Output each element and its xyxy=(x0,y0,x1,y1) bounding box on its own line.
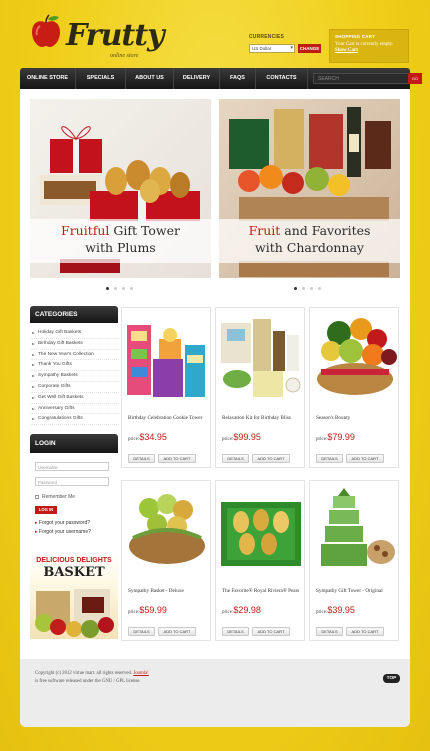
pager-dot[interactable] xyxy=(114,287,117,290)
category-item[interactable]: Birthday Gift Baskets xyxy=(31,339,119,350)
chevron-down-icon: ▾ xyxy=(290,45,293,51)
category-item[interactable]: Corporate Gifts xyxy=(31,382,119,393)
apple-logo-icon xyxy=(32,14,60,47)
nav-faqs[interactable]: FAQS xyxy=(220,68,256,89)
add-to-cart-button[interactable]: ADD TO CART xyxy=(346,627,384,636)
category-item[interactable]: The New Year's Collection xyxy=(31,350,119,361)
forgot-password-link[interactable]: ▸ Forgot your password? xyxy=(35,520,90,526)
search-input[interactable]: SEARCH xyxy=(313,73,409,84)
details-button[interactable]: DETAILS xyxy=(316,454,343,463)
details-button[interactable]: DETAILS xyxy=(316,627,343,636)
pager-dot[interactable] xyxy=(302,287,305,290)
username-field[interactable]: Username xyxy=(35,462,109,471)
login-button[interactable]: LOG IN xyxy=(35,506,57,514)
product-image[interactable] xyxy=(217,309,303,405)
pager-dot[interactable] xyxy=(294,287,297,290)
search-button[interactable]: GO xyxy=(408,73,422,84)
product-image[interactable] xyxy=(123,309,209,405)
product-card[interactable]: Sympathy Gift Tower - Original price:$39… xyxy=(309,480,399,641)
currency-select[interactable]: US Dollar ▾ xyxy=(249,44,295,53)
main-nav: ONLINE STORE SPECIALS ABOUT US DELIVERY … xyxy=(20,68,422,89)
login-heading: LOGIN xyxy=(30,434,118,453)
slide2-subtitle: with Chardonnay xyxy=(255,240,364,255)
details-button[interactable]: DETAILS xyxy=(222,627,249,636)
promo-banner[interactable]: DELICIOUS DELIGHTS BASKET xyxy=(30,549,118,639)
joomla-link[interactable]: Joomla! xyxy=(133,671,148,676)
categories-list: Holiday Gift Baskets Birthday Gift Baske… xyxy=(31,328,119,426)
nav-delivery[interactable]: DELIVERY xyxy=(174,68,220,89)
categories-heading: CATEGORIES xyxy=(30,306,118,323)
add-to-cart-button[interactable]: ADD TO CART xyxy=(158,627,196,636)
slide1-subtitle: with Plums xyxy=(85,240,156,255)
show-cart-link[interactable]: Show Cart xyxy=(335,48,403,53)
category-item[interactable]: Sympathy Baskets xyxy=(31,371,119,382)
category-item[interactable]: Congratulations Gifts xyxy=(31,414,119,426)
category-item[interactable]: Thank You Gifts xyxy=(31,360,119,372)
add-to-cart-button[interactable]: ADD TO CART xyxy=(158,454,196,463)
product-name[interactable]: Birthday Celebration Cookie Tower xyxy=(128,415,210,422)
product-image[interactable] xyxy=(217,482,303,578)
nav-specials[interactable]: SPECIALS xyxy=(76,68,126,89)
pager-dot[interactable] xyxy=(130,287,133,290)
remember-label: Remember Me xyxy=(42,494,76,500)
category-item[interactable]: Anniversary Gifts xyxy=(31,404,119,415)
product-card[interactable]: Sympathy Basket - Deluxe price:$59.99 DE… xyxy=(121,480,211,641)
forgot-username-link[interactable]: ▸ Forgot your username? xyxy=(35,529,91,535)
cart-message: Your Cart is currently empty. xyxy=(335,42,394,47)
remember-checkbox[interactable] xyxy=(35,494,39,499)
product-name[interactable]: The Favorite® Royal Riviera® Pears xyxy=(222,588,304,595)
currency-change-button[interactable]: CHANGE xyxy=(298,44,321,53)
currency-label: CURRENCIES xyxy=(249,34,285,40)
product-name[interactable]: Sympathy Basket - Deluxe xyxy=(128,588,210,595)
pager-dot[interactable] xyxy=(310,287,313,290)
nav-about-us[interactable]: ABOUT US xyxy=(126,68,174,89)
pager-dot[interactable] xyxy=(318,287,321,290)
product-image[interactable] xyxy=(311,482,397,578)
product-name[interactable]: Season's Bounty xyxy=(316,415,398,422)
slide-fruit-chardonnay[interactable]: Fruit and Favorites with Chardonnay xyxy=(219,99,400,278)
product-price: price:$29.98 xyxy=(222,605,261,615)
promo-basket-image xyxy=(35,589,114,638)
details-button[interactable]: DETAILS xyxy=(222,454,249,463)
back-to-top-button[interactable]: TOP xyxy=(383,674,400,683)
pager-dot[interactable] xyxy=(106,287,109,290)
pager-dot[interactable] xyxy=(122,287,125,290)
product-card[interactable]: The Favorite® Royal Riviera® Pears price… xyxy=(215,480,305,641)
product-card[interactable]: Birthday Celebration Cookie Tower price:… xyxy=(121,307,211,468)
copyright-text: Copyright (c) 2012 virtue mart. all righ… xyxy=(35,671,149,684)
product-image[interactable] xyxy=(123,482,209,578)
slide1-title: Fruitful Gift Tower xyxy=(61,223,180,238)
remember-me-option[interactable]: Remember Me xyxy=(35,494,75,500)
product-price: price:$34.95 xyxy=(128,432,167,442)
product-card[interactable]: Relaxation Kit for Birthday Bliss price:… xyxy=(215,307,305,468)
slide2-title: Fruit and Favorites xyxy=(248,223,371,238)
nav-online-store[interactable]: ONLINE STORE xyxy=(20,68,76,89)
product-name[interactable]: Relaxation Kit for Birthday Bliss xyxy=(222,415,304,422)
add-to-cart-button[interactable]: ADD TO CART xyxy=(346,454,384,463)
product-price: price:$79.99 xyxy=(316,432,355,442)
currency-selected-value: US Dollar xyxy=(252,46,272,51)
password-field[interactable]: Password xyxy=(35,477,109,486)
product-card[interactable]: Season's Bounty price:$79.99 DETAILS ADD… xyxy=(309,307,399,468)
product-price: price:$59.99 xyxy=(128,605,167,615)
add-to-cart-button[interactable]: ADD TO CART xyxy=(252,454,290,463)
slide-gift-tower-plums[interactable]: Fruitful Gift Tower with Plums xyxy=(30,99,211,278)
category-item[interactable]: Get Well Gift Baskets xyxy=(31,393,119,404)
nav-contacts[interactable]: CONTACTS xyxy=(256,68,308,89)
brand-tagline: online store xyxy=(110,53,139,59)
product-price: price:$39.95 xyxy=(316,605,355,615)
product-image[interactable] xyxy=(311,309,397,405)
add-to-cart-button[interactable]: ADD TO CART xyxy=(252,627,290,636)
cart-title: SHOPPING CART xyxy=(335,34,376,39)
shopping-cart-box: SHOPPING CART Your Cart is currently emp… xyxy=(329,29,409,63)
product-price: price:$99.95 xyxy=(222,432,261,442)
details-button[interactable]: DETAILS xyxy=(128,454,155,463)
category-item[interactable]: Holiday Gift Baskets xyxy=(31,328,119,339)
product-name[interactable]: Sympathy Gift Tower - Original xyxy=(316,588,398,595)
brand-name[interactable]: Frutty xyxy=(66,18,165,53)
details-button[interactable]: DETAILS xyxy=(128,627,155,636)
